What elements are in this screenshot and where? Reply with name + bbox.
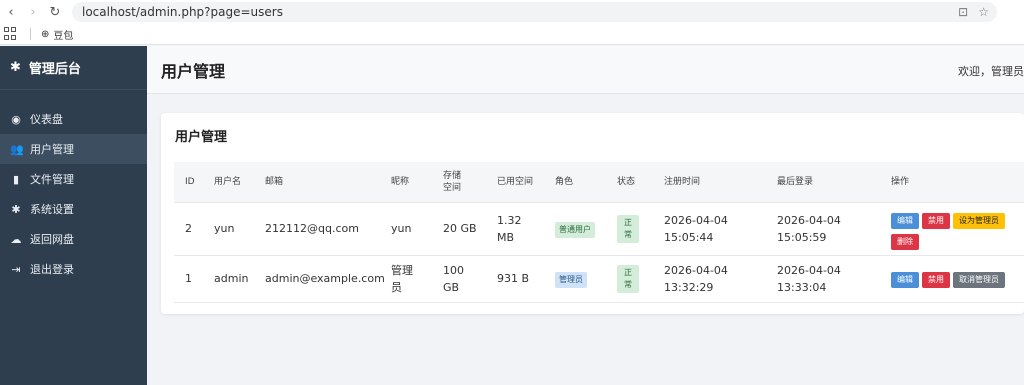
users-icon: 👥 [10,142,24,156]
save-page-icon[interactable]: ⊡ [958,5,968,19]
cell-email: admin@example.com [254,254,385,303]
column-header: 用户名 [214,176,242,187]
cell-registered: 2026-04-04 15:05:44 [653,201,766,255]
make-admin-button[interactable]: 设为管理员 [953,212,1005,229]
column-header: 最后登录 [777,176,814,187]
cell-nickname: yun [380,201,432,255]
bookmarks-bar: ⊕ 豆包 [0,24,1024,45]
sidebar-item-label: 退出登录 [30,263,74,276]
forward-icon[interactable]: › [22,1,44,23]
column-header: 已用空间 [497,176,534,187]
sidebar-brand: ✱ 管理后台 [0,46,147,90]
disable-button[interactable]: 禁用 [922,271,950,288]
logout-icon: ⇥ [11,262,21,276]
status-badge: 正常 [617,214,639,243]
status-badge: 正常 [617,264,639,293]
role-badge: 管理员 [555,271,587,288]
table-header-row: ID 用户名 邮箱 昵称 存储空间 已用空间 角色 状态 注册时间 最后登录 操… [174,162,1024,202]
cell-storage: 100 GB [432,254,486,303]
browser-toolbar: ‹ › ↻ localhost/admin.php?page=users ⊡ ☆ [0,0,1024,24]
sidebar-item-back-to-drive[interactable]: ☁ 返回网盘 [0,224,147,254]
users-table: ID 用户名 邮箱 昵称 存储空间 已用空间 角色 状态 注册时间 最后登录 操… [174,162,1024,303]
sidebar-item-label: 文件管理 [30,173,74,186]
sidebar-item-files[interactable]: ▮ 文件管理 [0,164,147,194]
revoke-admin-button[interactable]: 取消管理员 [953,271,1005,288]
column-header: 邮箱 [265,176,284,187]
sidebar-item-settings[interactable]: ✱ 系统设置 [0,194,147,224]
gear-icon: ✱ [10,60,21,75]
divider [30,28,31,40]
column-header: 操作 [891,176,910,187]
delete-button[interactable]: 删除 [891,233,919,250]
table-row: 2 yun 212112@qq.com yun 20 GB 1.32 MB 普通… [174,201,1024,255]
cell-id: 1 [174,254,203,303]
back-icon[interactable]: ‹ [0,1,22,23]
column-header: 角色 [555,176,574,187]
file-icon: ▮ [12,172,20,186]
sidebar: ✱ 管理后台 ◉ 仪表盘 👥 用户管理 ▮ 文件管理 ✱ 系统设置 ☁ 返回网盘… [0,46,147,385]
column-header: 状态 [617,176,636,187]
url-text: localhost/admin.php?page=users [82,5,283,19]
cell-last-login: 2026-04-04 15:05:59 [766,201,880,255]
sidebar-item-label: 仪表盘 [30,113,63,126]
edit-button[interactable]: 编辑 [891,271,919,288]
disable-button[interactable]: 禁用 [922,212,950,229]
sidebar-item-logout[interactable]: ⇥ 退出登录 [0,254,147,284]
sidebar-item-label: 用户管理 [30,143,74,156]
reload-icon[interactable]: ↻ [44,1,66,23]
welcome-text: 欢迎，管理员 [958,65,1024,78]
card-title: 用户管理 [175,130,228,145]
brand-title: 管理后台 [28,62,81,77]
sidebar-item-label: 系统设置 [30,203,74,216]
cell-used: 931 B [486,254,544,303]
bookmark-label: 豆包 [53,30,74,42]
cloud-icon: ☁ [10,232,22,246]
bookmark-item[interactable]: ⊕ 豆包 [41,27,73,42]
address-bar[interactable]: localhost/admin.php?page=users ⊡ ☆ [72,2,997,22]
sidebar-menu: ◉ 仪表盘 👥 用户管理 ▮ 文件管理 ✱ 系统设置 ☁ 返回网盘 ⇥ 退出登录 [0,104,147,284]
dashboard-icon: ◉ [11,112,21,126]
column-header: 昵称 [391,176,410,187]
sidebar-item-label: 返回网盘 [30,233,74,246]
page-header: 用户管理 欢迎，管理员 [147,46,1024,94]
cell-nickname: 管理员 [380,254,432,303]
page-title: 用户管理 [161,61,226,81]
sidebar-item-users[interactable]: 👥 用户管理 [0,134,147,164]
globe-icon: ⊕ [41,28,50,40]
cell-last-login: 2026-04-04 13:33:04 [766,254,880,303]
apps-icon[interactable] [4,27,18,41]
column-header: 注册时间 [664,176,701,187]
table-row: 1 admin admin@example.com 管理员 100 GB 931… [174,254,1024,303]
cell-id: 2 [174,201,203,255]
users-card: 用户管理 ID 用户名 邮箱 昵称 存储空间 已用空间 角色 状态 注册时间 最… [161,113,1024,314]
cell-storage: 20 GB [432,201,486,255]
cell-registered: 2026-04-04 13:32:29 [653,254,766,303]
cell-used: 1.32 MB [486,201,544,255]
role-badge: 普通用户 [555,221,595,238]
edit-button[interactable]: 编辑 [891,212,919,229]
cell-email: 212112@qq.com [254,201,380,255]
column-header: ID [185,176,195,187]
column-header: 存储空间 [443,170,462,193]
gear-icon: ✱ [11,202,21,216]
bookmark-star-icon[interactable]: ☆ [978,5,989,19]
cell-username: admin [203,254,254,303]
cell-username: yun [203,201,254,255]
sidebar-item-dashboard[interactable]: ◉ 仪表盘 [0,104,147,134]
